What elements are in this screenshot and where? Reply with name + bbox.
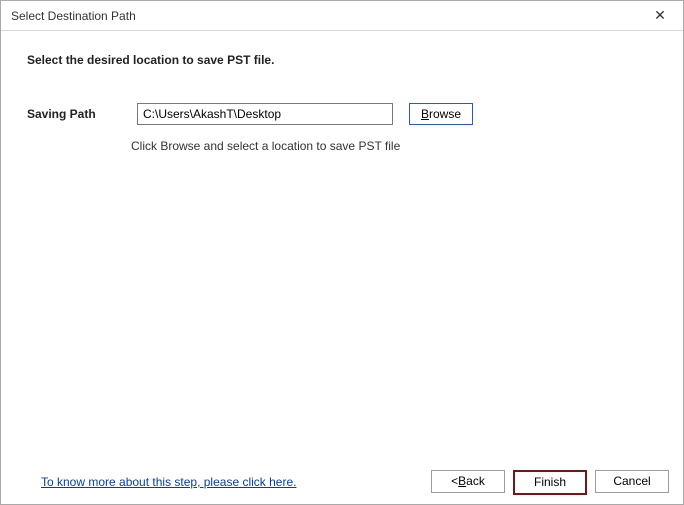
back-rest: ack	[466, 474, 485, 488]
footer: To know more about this step, please cli…	[1, 460, 683, 504]
browse-rest: rowse	[429, 107, 461, 121]
button-group: < Back Finish Cancel	[431, 470, 669, 495]
back-button[interactable]: < Back	[431, 470, 505, 493]
close-button[interactable]: ✕	[645, 4, 675, 28]
hint-text: Click Browse and select a location to sa…	[131, 139, 657, 153]
saving-path-row: Saving Path Browse	[27, 103, 657, 125]
page-heading: Select the desired location to save PST …	[27, 53, 657, 67]
back-prefix: <	[451, 474, 458, 488]
browse-button[interactable]: Browse	[409, 103, 473, 125]
cancel-button[interactable]: Cancel	[595, 470, 669, 493]
browse-mnemonic: B	[421, 107, 429, 121]
saving-path-input[interactable]	[137, 103, 393, 125]
close-icon: ✕	[654, 7, 666, 24]
back-mnemonic: B	[458, 474, 466, 488]
help-link[interactable]: To know more about this step, please cli…	[41, 475, 296, 489]
saving-path-label: Saving Path	[27, 107, 131, 121]
titlebar: Select Destination Path ✕	[1, 1, 683, 31]
content-area: Select the desired location to save PST …	[1, 31, 683, 153]
finish-button[interactable]: Finish	[513, 470, 587, 495]
window-title: Select Destination Path	[11, 9, 136, 23]
